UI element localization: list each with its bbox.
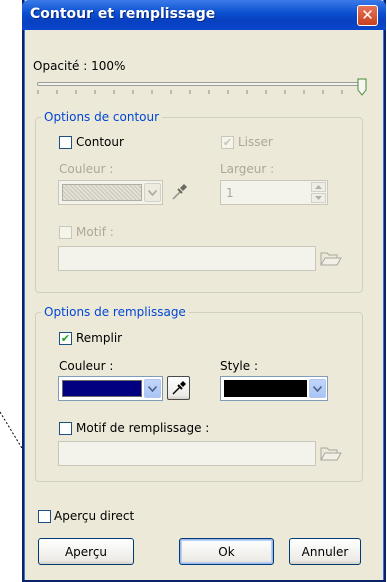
contour-label: Contour: [76, 135, 124, 149]
contour-color-swatch: [62, 184, 142, 201]
dialog-title: Contour et remplissage: [30, 6, 216, 22]
annuler-button[interactable]: Annuler: [289, 538, 361, 565]
opacity-label: Opacité : 100%: [33, 59, 126, 73]
eyedropper-icon[interactable]: [169, 182, 189, 202]
contour-checkbox[interactable]: [59, 136, 72, 149]
stepper-down-button[interactable]: [311, 193, 326, 203]
motif-remplissage-label: Motif de remplissage :: [76, 421, 210, 435]
close-button[interactable]: ✕: [357, 5, 378, 26]
lisser-checkbox[interactable]: ✔: [221, 136, 234, 149]
fill-color-swatch: [62, 380, 142, 397]
motif-remplissage-checkbox[interactable]: [59, 422, 72, 435]
fill-motif-path-field[interactable]: [58, 441, 316, 466]
motif-checkbox[interactable]: [59, 226, 72, 239]
contour-couleur-label: Couleur :: [59, 162, 114, 176]
fill-style-dropdown[interactable]: [220, 376, 328, 401]
eyedropper-icon: [172, 381, 186, 395]
apercu-button[interactable]: Aperçu: [38, 538, 134, 565]
apercu-direct-checkbox[interactable]: [38, 510, 51, 523]
apercu-direct-label: Aperçu direct: [54, 509, 135, 523]
slider-ticks: [37, 90, 364, 94]
chevron-down-icon[interactable]: [144, 183, 161, 202]
largeur-stepper[interactable]: 1: [220, 180, 328, 205]
fill-style-swatch: [224, 380, 307, 397]
style-label: Style :: [220, 359, 258, 373]
contour-group-title: Options de contour: [41, 110, 163, 124]
lisser-label: Lisser: [238, 135, 273, 149]
folder-open-icon[interactable]: [320, 444, 342, 462]
slider-track: [37, 82, 365, 86]
fill-eyedropper-button[interactable]: [167, 376, 190, 400]
contour-color-dropdown[interactable]: [58, 180, 163, 205]
opacity-slider[interactable]: [37, 78, 367, 100]
chevron-down-icon[interactable]: [144, 379, 161, 398]
folder-open-icon[interactable]: [320, 249, 342, 267]
fill-color-dropdown[interactable]: [58, 376, 163, 401]
remplir-checkbox[interactable]: ✔: [59, 332, 72, 345]
largeur-value: 1: [226, 186, 234, 200]
ok-button[interactable]: Ok: [179, 538, 274, 565]
stepper-up-button[interactable]: [311, 182, 326, 192]
slider-thumb[interactable]: [357, 78, 367, 96]
remplir-label: Remplir: [76, 331, 123, 345]
largeur-label: Largeur :: [220, 162, 275, 176]
motif-path-field[interactable]: [58, 246, 316, 271]
fill-group-title: Options de remplissage: [41, 305, 189, 319]
motif-label: Motif :: [76, 225, 114, 239]
fill-couleur-label: Couleur :: [59, 359, 114, 373]
chevron-down-icon[interactable]: [309, 379, 326, 398]
